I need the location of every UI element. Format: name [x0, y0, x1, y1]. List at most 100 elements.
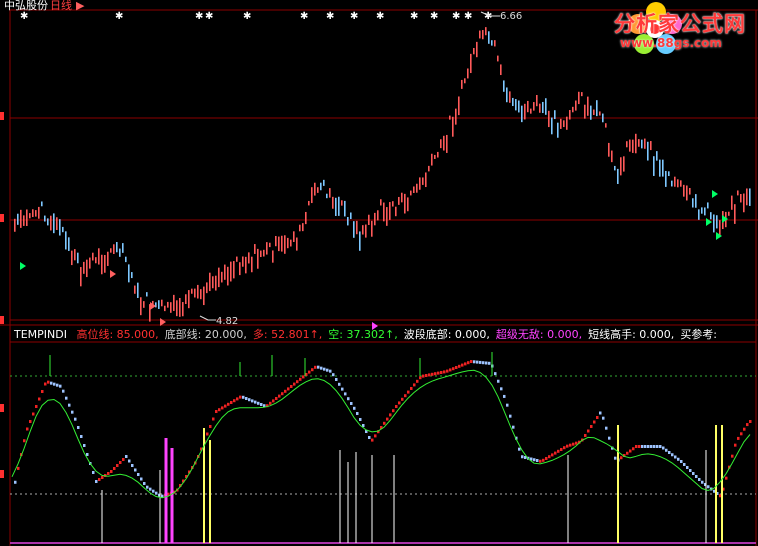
- candle: [311, 187, 313, 204]
- indicator-step: [284, 389, 287, 393]
- indicator-panel-grid: [10, 341, 756, 544]
- star-marker: ✱: [410, 11, 418, 22]
- indicator-step: [44, 382, 47, 386]
- indicator-step: [692, 472, 695, 475]
- candle: [713, 214, 715, 233]
- indicator-step: [497, 379, 500, 383]
- indicator-step: [131, 464, 134, 467]
- candle: [539, 103, 541, 113]
- candle: [320, 182, 322, 191]
- indicator-step: [353, 406, 356, 410]
- star-marker: ✱: [350, 11, 358, 22]
- candle: [668, 171, 670, 177]
- candle: [608, 142, 610, 157]
- candle: [461, 79, 463, 89]
- indicator-step: [434, 372, 437, 376]
- indicator-step: [71, 410, 74, 414]
- price-axis-ticks: [0, 112, 4, 478]
- candle: [401, 192, 403, 203]
- candle: [107, 251, 109, 266]
- indicator-name[interactable]: TEMPINDI: [14, 328, 67, 341]
- indicator-step: [323, 367, 326, 371]
- candle: [233, 261, 235, 279]
- candle: [68, 237, 70, 251]
- candle: [737, 190, 739, 196]
- indicator-step: [425, 374, 428, 377]
- indicator-fields: 高位线: 85.000, 底部线: 20.000, 多: 52.801↑, 空: 37…: [76, 328, 723, 341]
- candle: [383, 202, 385, 222]
- indicator-step: [86, 453, 89, 456]
- candle: [95, 257, 97, 264]
- chart-window[interactable]: ✱ ✱ ✱ ✱ ✱ ✱ ✱ ✱ ✱ ✱ ✱ ✱ ✱ ✱ 中弘股份 日线 ▶ 6.66 4.82 TEMPIND…: [0, 0, 758, 546]
- indicator-step: [299, 377, 302, 381]
- indicator-step: [473, 360, 476, 364]
- indicator-step: [143, 482, 146, 485]
- indicator-step: [401, 397, 404, 401]
- indicator-step: [293, 382, 296, 386]
- indicator-signal-bars: [49, 352, 723, 543]
- candle: [587, 96, 589, 116]
- candle: [17, 213, 19, 225]
- candle: [515, 99, 517, 111]
- candle: [740, 194, 742, 203]
- candle: [140, 297, 142, 316]
- indicator-legend-bar: TEMPINDI 高位线: 85.000, 底部线: 20.000, 多: 52.8…: [14, 328, 729, 341]
- candle: [464, 78, 466, 84]
- indicator-step: [518, 447, 521, 451]
- logo-url: www.88gs.com: [620, 36, 722, 50]
- period-label[interactable]: 日线: [50, 0, 72, 12]
- candle: [122, 243, 124, 253]
- candle: [365, 224, 367, 238]
- candle: [89, 257, 91, 269]
- indicator-step: [254, 400, 257, 404]
- indicator-step: [95, 480, 98, 483]
- indicator-step: [134, 468, 137, 472]
- candle: [134, 285, 136, 294]
- period-flag-icon[interactable]: ▶: [76, 0, 84, 12]
- indicator-step: [575, 441, 578, 445]
- indicator-field-6: 短线高手: 0.000,: [588, 328, 675, 341]
- candle: [452, 116, 454, 137]
- indicator-step: [245, 397, 248, 400]
- stock-name[interactable]: 中弘股份: [4, 0, 48, 12]
- indicator-step: [458, 364, 461, 368]
- indicator-step: [554, 451, 557, 455]
- indicator-step: [563, 446, 566, 450]
- indicator-step: [569, 443, 572, 447]
- candle: [128, 264, 130, 283]
- candle: [236, 256, 238, 262]
- candle: [692, 198, 694, 208]
- candle: [173, 294, 175, 311]
- indicator-step: [347, 397, 350, 401]
- candle: [341, 200, 343, 206]
- candle: [650, 141, 652, 151]
- candle: [155, 302, 157, 308]
- indicator-step: [314, 365, 317, 369]
- chart-canvas[interactable]: ✱ ✱ ✱ ✱ ✱ ✱ ✱ ✱ ✱ ✱ ✱ ✱ ✱ ✱: [0, 0, 758, 546]
- candle: [695, 194, 697, 208]
- candle: [329, 188, 331, 198]
- candle: [266, 242, 268, 255]
- candle: [59, 219, 61, 236]
- candle: [368, 214, 370, 225]
- indicator-step: [332, 373, 335, 377]
- indicator-step: [212, 417, 215, 421]
- indicator-step: [14, 480, 17, 484]
- candle: [689, 187, 691, 195]
- indicator-step: [698, 478, 701, 481]
- candle: [257, 248, 259, 269]
- indicator-step: [368, 436, 371, 439]
- candle: [56, 217, 58, 231]
- candle: [578, 91, 580, 105]
- indicator-field-5: 超级无敌: 0.000,: [495, 328, 583, 341]
- indicator-step: [152, 489, 155, 493]
- candle: [707, 202, 709, 209]
- candle: [569, 110, 571, 120]
- indicator-step: [125, 455, 128, 458]
- candle: [347, 217, 349, 226]
- indicator-step: [467, 361, 470, 365]
- indicator-step: [743, 427, 746, 431]
- indicator-step: [725, 476, 728, 480]
- candle: [179, 297, 181, 317]
- indicator-step: [26, 427, 29, 431]
